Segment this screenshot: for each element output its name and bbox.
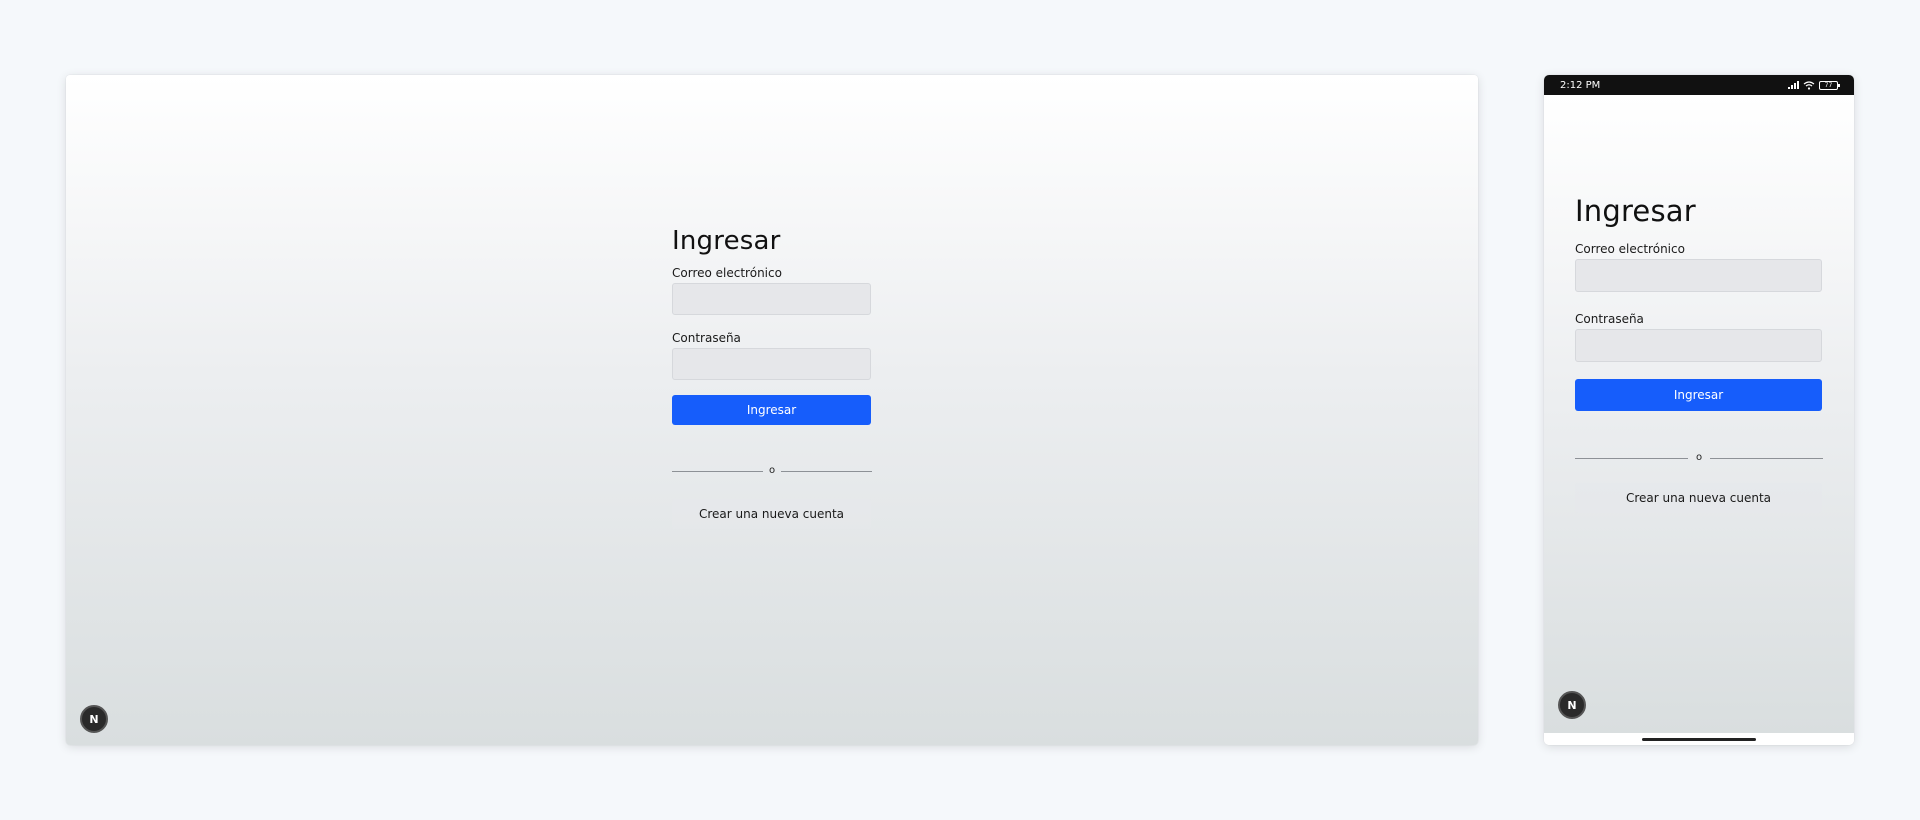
mobile-email-label: Correo electrónico <box>1575 242 1685 256</box>
mobile-separator-text: o <box>1695 452 1703 463</box>
separator-line-left <box>672 470 763 472</box>
mobile-separator-line-right <box>1710 457 1823 459</box>
separator-text: o <box>768 465 776 476</box>
mobile-password-label: Contraseña <box>1575 312 1644 326</box>
page-title: Ingresar <box>672 226 781 256</box>
battery-icon: 77 <box>1819 80 1840 90</box>
status-icons: 77 <box>1788 80 1840 90</box>
create-account-button[interactable]: Crear una nueva cuenta <box>672 499 871 529</box>
mobile-login-form: Ingresar Correo electrónico Contraseña I… <box>1575 193 1823 513</box>
mobile-page-title: Ingresar <box>1575 194 1696 228</box>
cellular-signal-icon <box>1788 81 1799 89</box>
password-input[interactable] <box>672 348 871 380</box>
mobile-create-account-button[interactable]: Crear una nueva cuenta <box>1575 483 1822 513</box>
or-separator: o <box>672 466 872 476</box>
login-button[interactable]: Ingresar <box>672 395 871 425</box>
mobile-window: 2:12 PM 77 Ingresar Correo electrónico C… <box>1544 75 1854 745</box>
mobile-content: Ingresar Correo electrónico Contraseña I… <box>1544 95 1854 733</box>
nextjs-n-icon[interactable]: N <box>80 705 108 733</box>
mobile-password-input[interactable] <box>1575 329 1822 362</box>
mobile-email-input[interactable] <box>1575 259 1822 292</box>
separator-line-right <box>781 470 872 472</box>
password-label: Contraseña <box>672 331 741 345</box>
badge-letter: N <box>89 712 99 726</box>
email-label: Correo electrónico <box>672 266 782 280</box>
battery-level: 77 <box>1824 81 1833 89</box>
status-bar: 2:12 PM 77 <box>1544 75 1854 95</box>
mobile-badge-letter: N <box>1567 698 1577 712</box>
home-bar-area <box>1544 733 1854 745</box>
mobile-separator-line-left <box>1575 457 1688 459</box>
home-indicator[interactable] <box>1642 738 1756 741</box>
desktop-window: Ingresar Correo electrónico Contraseña I… <box>66 75 1478 745</box>
mobile-login-button[interactable]: Ingresar <box>1575 379 1822 411</box>
status-time: 2:12 PM <box>1560 79 1601 91</box>
email-input[interactable] <box>672 283 871 315</box>
mobile-nextjs-n-icon[interactable]: N <box>1558 691 1586 719</box>
mobile-or-separator: o <box>1575 453 1823 463</box>
page: Ingresar Correo electrónico Contraseña I… <box>0 0 1920 820</box>
login-form: Ingresar Correo electrónico Contraseña I… <box>672 225 872 529</box>
wifi-icon <box>1803 80 1815 90</box>
